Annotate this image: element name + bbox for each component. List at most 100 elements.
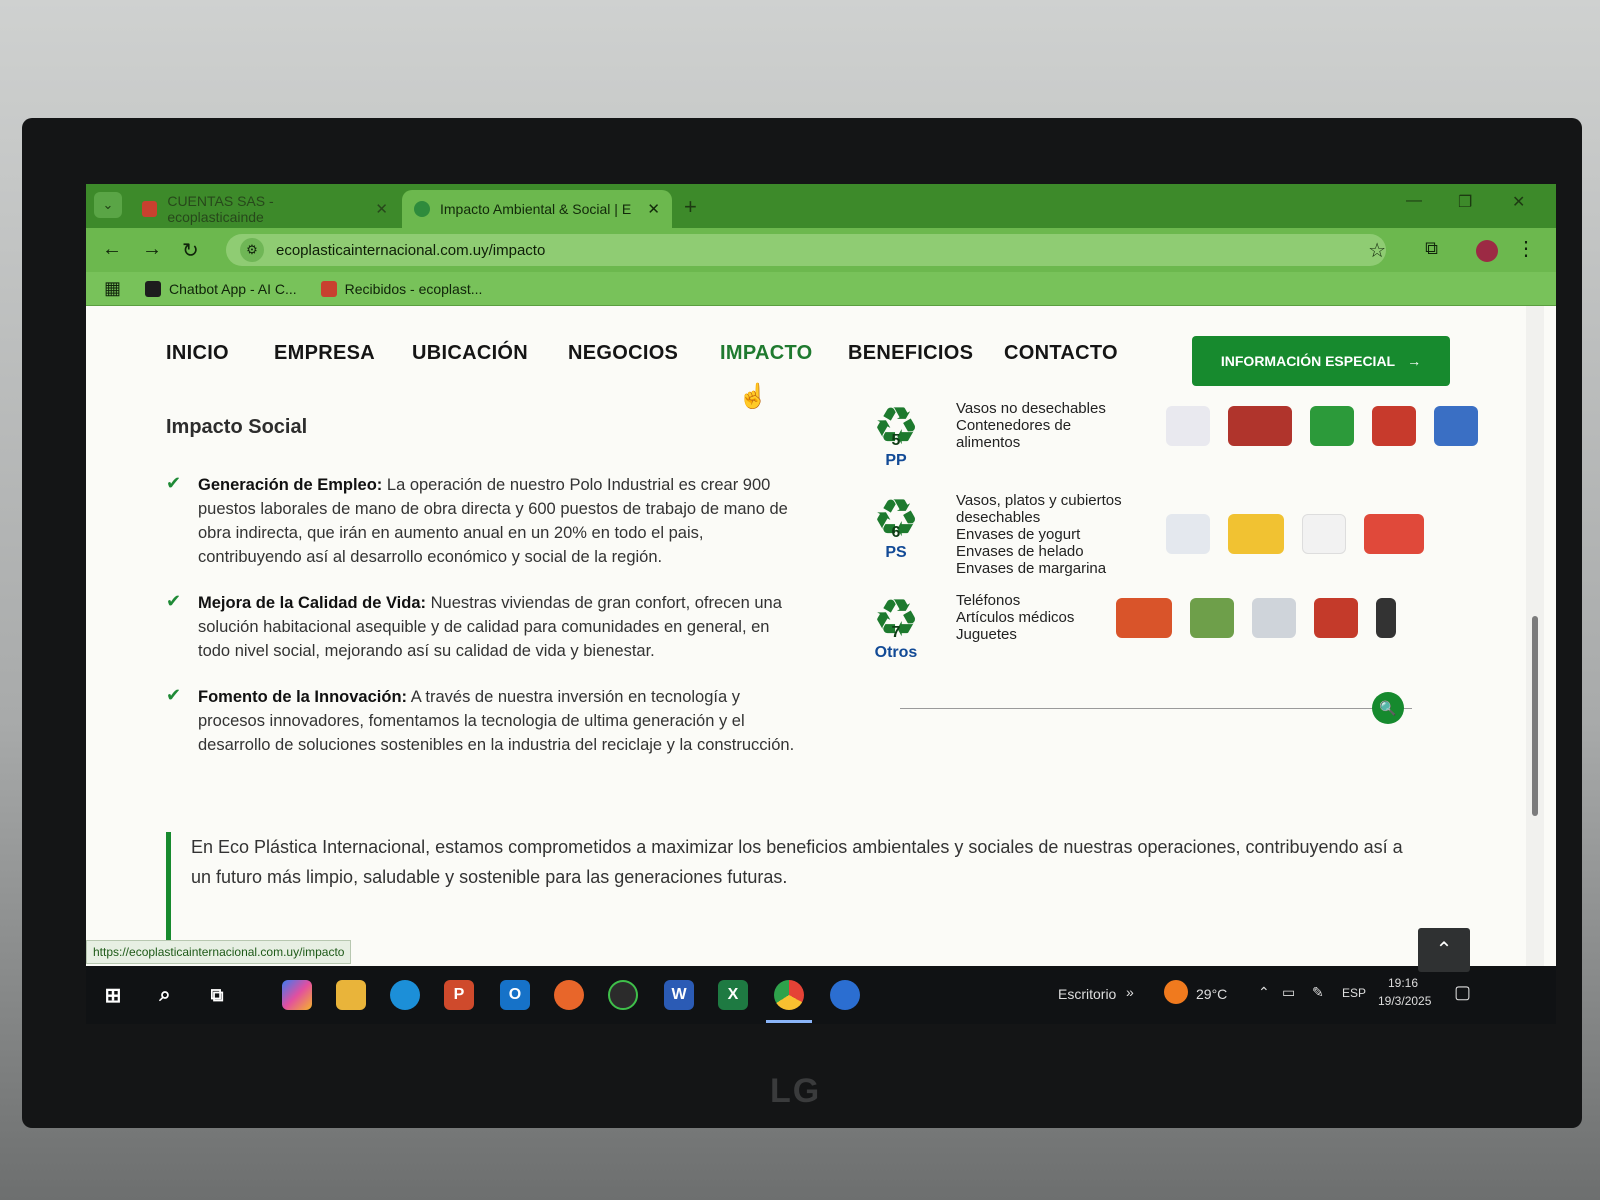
product-image [1364,514,1424,554]
tab-impacto[interactable]: Impacto Ambiental & Social | E ✕ [402,190,672,228]
photo-scene: LG ⌄ CUENTAS SAS - ecoplasticainde ✕ Imp… [0,0,1600,1200]
product-image [1116,598,1172,638]
excel-icon[interactable]: X [718,980,748,1010]
bookmarks-bar: ▦ Chatbot App - AI C... Recibidos - ecop… [86,272,1556,306]
scrollbar-thumb[interactable] [1532,616,1538,816]
item-title: Mejora de la Calidad de Vida: [198,594,427,612]
extensions-icon[interactable]: ⧉ [1425,238,1438,259]
language-indicator[interactable]: ESP [1342,986,1366,1000]
network-icon[interactable]: ▭ [1282,984,1295,1001]
bookmark-star-icon[interactable]: ☆ [1368,238,1386,263]
product-image [1376,598,1396,638]
nav-negocios[interactable]: NEGOCIOS [568,342,678,365]
product-images [1116,598,1396,638]
file-explorer-icon[interactable] [336,980,366,1010]
site-info-icon[interactable]: ⚙ [240,238,264,262]
tab-search-chevron-icon[interactable]: ⌄ [94,192,122,218]
hand-cursor-icon: ☝ [738,383,768,410]
monitor-brand-logo: LG [770,1072,822,1110]
apps-grid-icon[interactable]: ▦ [104,278,121,299]
bookmark-label: Chatbot App - AI C... [169,280,297,297]
screen: ⌄ CUENTAS SAS - ecoplasticainde ✕ Impact… [86,184,1556,1024]
product-image [1228,406,1292,446]
scroll-to-top-button[interactable]: ⌃ [1418,928,1470,972]
powerpoint-icon[interactable]: P [444,980,474,1010]
gmail-favicon-icon [320,280,337,297]
desc-line: Contenedores de [956,417,1072,434]
recycle-symbol-icon: ♻ 6 PS [856,492,936,562]
firefox-icon[interactable] [554,980,584,1010]
tab-close-icon[interactable]: ✕ [647,200,660,218]
search-icon[interactable]: ⌕ [150,980,180,1010]
weather-icon[interactable] [1164,980,1188,1004]
desc-line: Envases de helado [956,543,1084,560]
desc-line: Vasos, platos y cubiertos [956,492,1122,509]
nav-contacto[interactable]: CONTACTO [1004,342,1118,365]
url-text: ecoplasticainternacional.com.uy/impacto [276,241,546,259]
nav-inicio[interactable]: INICIO [166,342,229,365]
new-tab-icon[interactable]: + [684,194,697,220]
notifications-icon[interactable]: ▢ [1454,982,1471,1003]
check-icon: ✔ [166,473,182,493]
copilot-icon[interactable] [282,980,312,1010]
recycle-symbol-icon: ♻ 5 PP [856,400,936,470]
close-window-icon[interactable]: ✕ [1512,192,1525,212]
clock-time[interactable]: 19:16 [1388,976,1418,990]
resin-row-ps: ♻ 6 PS Vasos, platos y cubiertos desechab… [856,492,1424,592]
nav-empresa[interactable]: EMPRESA [274,342,375,365]
recycle-symbol-icon: ♻ 7 Otros [856,592,936,662]
app-icon[interactable] [830,980,860,1010]
site-favicon-icon [414,201,430,217]
tab-close-icon[interactable]: ✕ [375,200,388,218]
reload-icon[interactable]: ↻ [182,238,199,263]
resin-codes-graphic: ♻ 5 PP Vasos no desechables Contenedores … [856,400,1478,684]
item-title: Generación de Empleo: [198,476,383,494]
product-image [1434,406,1478,446]
word-icon[interactable]: W [664,980,694,1010]
chrome-icon[interactable] [774,980,804,1010]
browser-toolbar: ← → ↻ ⚙ ecoplasticainternacional.com.uy/… [86,228,1556,272]
resin-row-otros: ♻ 7 Otros Teléfonos Artículos médicos Jug… [856,592,1416,684]
profile-avatar[interactable] [1476,240,1498,262]
check-icon: ✔ [166,591,182,611]
commitment-quote: En Eco Plástica Internacional, estamos c… [166,832,1406,952]
bookmark-chatbot[interactable]: Chatbot App - AI C... [145,280,297,297]
bookmark-recibidos[interactable]: Recibidos - ecoplast... [320,280,483,297]
graphic-divider [900,708,1412,709]
clock-date[interactable]: 19/3/2025 [1378,994,1431,1008]
list-item: ✔ Mejora de la Calidad de Vida: Nuestras… [166,591,796,663]
section-heading: Impacto Social [166,416,308,438]
nav-beneficios[interactable]: BENEFICIOS [848,342,973,365]
forward-arrow-icon[interactable]: → [142,238,162,261]
minimize-icon[interactable]: — [1406,192,1422,210]
tray-chevron-icon[interactable]: ⌃ [1258,984,1270,1001]
informacion-especial-button[interactable]: INFORMACIÓN ESPECIAL → [1192,336,1450,386]
windows-start-icon[interactable]: ⊞ [98,980,128,1010]
pen-icon[interactable]: ✎ [1312,984,1324,1001]
tab-title: Impacto Ambiental & Social | E [440,201,632,217]
back-arrow-icon[interactable]: ← [102,238,122,261]
bookmark-label: Recibidos - ecoplast... [344,280,483,297]
weather-temp[interactable]: 29°C [1196,986,1227,1002]
item-title: Fomento de la Innovación: [198,688,408,706]
product-image [1252,598,1296,638]
desc-line: Vasos no desechables [956,400,1106,417]
nav-impacto[interactable]: IMPACTO [720,342,812,365]
desktop-toolbar-label[interactable]: Escritorio [1058,986,1116,1002]
web-page: INICIO EMPRESA UBICACIÓN NEGOCIOS IMPACT… [86,306,1556,966]
chevron-double-icon[interactable]: » [1126,984,1134,1000]
outlook-icon[interactable]: O [500,980,530,1010]
page-scrollbar[interactable] [1526,306,1544,966]
task-view-icon[interactable]: ⧉ [202,980,232,1010]
edge-icon[interactable] [390,980,420,1010]
nav-ubicacion[interactable]: UBICACIÓN [412,342,528,365]
whatsapp-icon[interactable] [608,980,638,1010]
product-image [1190,598,1234,638]
zoom-search-icon[interactable]: 🔍 [1372,692,1404,724]
tab-cuentas[interactable]: CUENTAS SAS - ecoplasticainde ✕ [130,190,400,228]
browser-menu-icon[interactable]: ⋮ [1516,236,1536,261]
desc-line: Envases de yogurt [956,526,1081,543]
list-item: ✔ Fomento de la Innovación: A través de … [166,685,796,757]
address-bar[interactable]: ⚙ ecoplasticainternacional.com.uy/impact… [226,234,1386,266]
maximize-icon[interactable]: ❐ [1458,192,1472,212]
